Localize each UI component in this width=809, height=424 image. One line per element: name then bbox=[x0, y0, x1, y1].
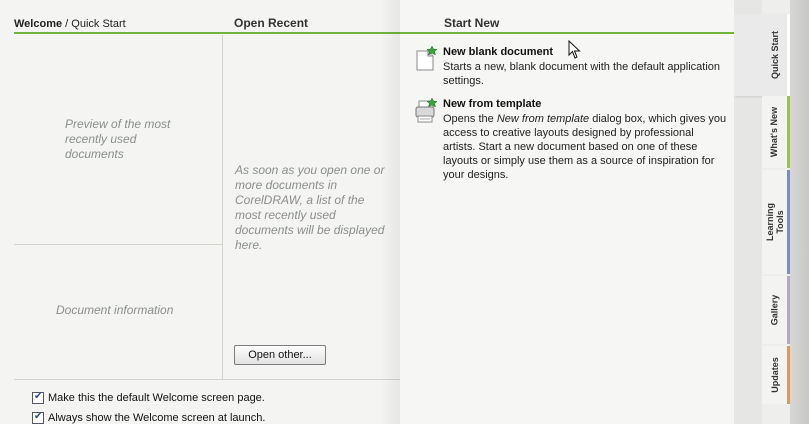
always-show-checkbox[interactable] bbox=[32, 411, 44, 424]
default-welcome-checkbox[interactable] bbox=[32, 391, 44, 404]
default-welcome-option[interactable]: Make this the default Welcome screen pag… bbox=[32, 391, 265, 404]
tab-gallery[interactable]: Gallery bbox=[762, 276, 790, 344]
right-page: Start New New blank document Starts a ne… bbox=[400, 0, 734, 424]
tab-updates-label: Updates bbox=[769, 357, 780, 393]
new-document-icon bbox=[414, 45, 438, 72]
breadcrumb-current[interactable]: Welcome bbox=[14, 18, 62, 30]
template-icon bbox=[414, 97, 438, 124]
tab-whats-new[interactable]: What's New bbox=[762, 96, 790, 168]
recent-documents-list: As soon as you open one or more document… bbox=[224, 35, 400, 379]
open-recent-title: Open Recent bbox=[234, 16, 309, 30]
template-desc-emphasis: New from template bbox=[496, 113, 590, 125]
tab-quick-start-label: Quick Start bbox=[769, 30, 780, 80]
breadcrumb-page: Quick Start bbox=[71, 18, 126, 30]
start-new-title: Start New bbox=[444, 16, 500, 30]
always-show-option[interactable]: Always show the Welcome screen at launch… bbox=[32, 411, 266, 424]
new-blank-document-desc: Starts a new, blank document with the de… bbox=[443, 61, 721, 87]
preview-placeholder: Preview of the most recently used docume… bbox=[65, 117, 171, 161]
document-info-placeholder: Document information bbox=[56, 303, 174, 317]
tab-learning-tools-label: Learning Tools bbox=[764, 202, 785, 242]
breadcrumb-separator: / bbox=[62, 18, 72, 30]
recent-empty-message: As soon as you open one or more document… bbox=[235, 163, 385, 252]
tab-updates[interactable]: Updates bbox=[762, 346, 790, 404]
new-blank-document-title[interactable]: New blank document bbox=[443, 46, 553, 58]
document-info-panel: Document information bbox=[14, 245, 223, 379]
preview-panel: Preview of the most recently used docume… bbox=[14, 35, 223, 245]
tab-learning-tools[interactable]: Learning Tools bbox=[762, 170, 790, 274]
options-bar: Make this the default Welcome screen pag… bbox=[14, 379, 400, 424]
mouse-cursor-icon bbox=[568, 40, 581, 59]
new-from-template-item[interactable]: New from template Opens the New from tem… bbox=[414, 97, 726, 188]
open-other-button[interactable]: Open other... bbox=[234, 345, 326, 365]
tab-gallery-label: Gallery bbox=[769, 294, 780, 326]
tab-quick-start[interactable]: Quick Start bbox=[734, 14, 790, 96]
template-desc-pre: Opens the bbox=[443, 113, 497, 125]
new-from-template-desc: Opens the New from template dialog box, … bbox=[443, 112, 728, 182]
tab-whats-new-label: What's New bbox=[769, 106, 780, 158]
left-page: Welcome / Quick Start Open Recent Previe… bbox=[0, 0, 400, 424]
breadcrumb: Welcome / Quick Start bbox=[14, 18, 126, 30]
welcome-screen: Welcome / Quick Start Open Recent Previe… bbox=[0, 0, 809, 424]
window-edge bbox=[790, 0, 809, 424]
always-show-label: Always show the Welcome screen at launch… bbox=[48, 412, 266, 424]
new-from-template-title[interactable]: New from template bbox=[443, 98, 541, 110]
default-welcome-label: Make this the default Welcome screen pag… bbox=[48, 392, 265, 404]
